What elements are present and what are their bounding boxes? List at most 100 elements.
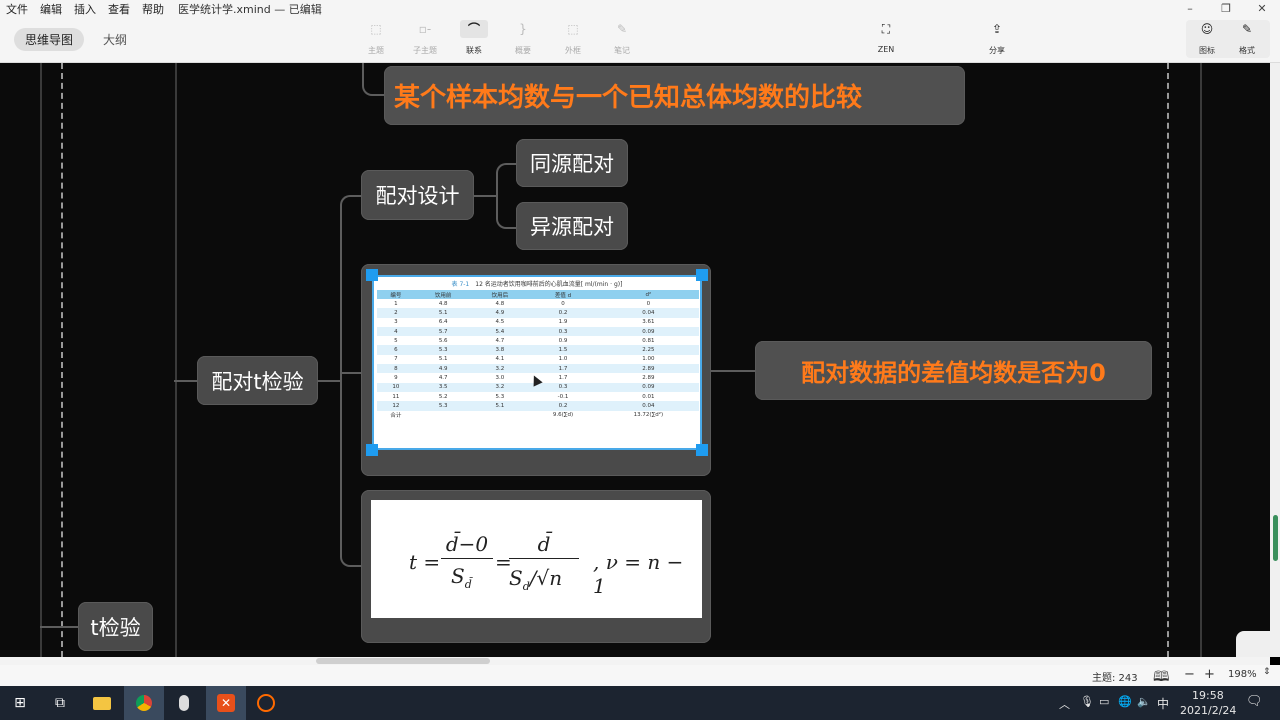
- tray-overflow-icon[interactable]: ︿: [1059, 696, 1070, 712]
- table-caption: 表 7-1 12 名运动者饮用咖啡前后的心肌血流量[ ml/(min · g)]: [374, 277, 700, 290]
- formula-denominator-1-sub: d̄: [464, 578, 472, 591]
- task-view-icon[interactable]: ⧉: [40, 686, 80, 720]
- table-cell: 1: [394, 300, 398, 307]
- app-circle-icon[interactable]: [246, 686, 286, 720]
- menu-bar: 文件 编辑 插入 查看 帮助 医学统计学.xmind — 已编辑: [0, 0, 322, 18]
- file-explorer-icon[interactable]: [82, 686, 122, 720]
- scrollbar-thumb[interactable]: [1273, 515, 1278, 561]
- tab-outline[interactable]: 大纲: [92, 28, 138, 51]
- menu-edit[interactable]: 编辑: [34, 1, 68, 17]
- share-button[interactable]: ⇪ 分享: [979, 20, 1015, 58]
- table-cell: 0.9: [558, 337, 568, 344]
- table-cell: 3.8: [471, 345, 529, 355]
- table-row: 7 5.1 4.1 1.0 1.00: [377, 355, 699, 364]
- topic-button[interactable]: ⬚ 主题: [358, 20, 394, 58]
- zoom-level[interactable]: 198%: [1228, 669, 1257, 680]
- table-cell: 2.89: [597, 364, 699, 374]
- summary-button[interactable]: } 概要: [505, 20, 541, 58]
- t-formula-image: t = d̄−0 Sd̄ = d̄ Sd/√n , ν = n − 1: [371, 500, 702, 618]
- table-cell: 5.2: [438, 393, 448, 400]
- menu-insert[interactable]: 插入: [68, 1, 102, 17]
- zoom-out-button[interactable]: −: [1184, 667, 1195, 682]
- topic-count: 主题: 243: [1092, 673, 1138, 684]
- table-cell: 0: [561, 300, 565, 307]
- topic-t-test[interactable]: t检验: [78, 602, 153, 651]
- partial-topic-offscreen[interactable]: [1236, 631, 1270, 657]
- icons-panel-button[interactable]: ☺ 图标: [1189, 20, 1225, 58]
- table-cell: 0.04: [597, 401, 699, 411]
- volume-icon[interactable]: 🔈: [1137, 695, 1151, 708]
- branch-line: [1200, 63, 1202, 657]
- smiley-icon: ☺: [1200, 22, 1214, 36]
- menu-view[interactable]: 查看: [102, 1, 136, 17]
- recorder-icon[interactable]: [164, 686, 204, 720]
- connector: [318, 380, 340, 382]
- table-cell: 2.89: [642, 375, 655, 382]
- microphone-icon[interactable]: 🎙: [1080, 695, 1094, 708]
- tab-mindmap[interactable]: 思维导图: [14, 28, 85, 51]
- brush-icon: ✎: [1241, 22, 1253, 36]
- mindmap-canvas[interactable]: 某个样本均数与一个已知总体均数的比较 配对设计 同源配对 异源配对 配对t检验 …: [0, 63, 1270, 657]
- ime-indicator[interactable]: 中: [1157, 695, 1169, 712]
- resize-handle-bottom-left[interactable]: [366, 444, 378, 456]
- zoom-in-button[interactable]: +: [1204, 667, 1215, 682]
- zen-label: ZEN: [877, 45, 895, 54]
- windows-taskbar: ⊞ ⧉ ✕ ︿ 🎙 ▭ 🌐 🔈 中 19:58 2021/2/24 🗨: [0, 686, 1280, 720]
- boundary-line-right: [1167, 63, 1169, 657]
- topic-paired-difference-note[interactable]: 配对数据的差值均数是否为0: [755, 341, 1152, 400]
- subtopic-button[interactable]: ▫- 子主题: [407, 20, 443, 58]
- icons-panel-label: 图标: [1199, 46, 1215, 55]
- branch-line: [175, 63, 177, 657]
- format-panel-button[interactable]: ✎ 格式: [1229, 20, 1265, 58]
- boundary-button[interactable]: ⬚ 外框: [555, 20, 591, 58]
- resize-handle-top-left[interactable]: [366, 269, 378, 281]
- horizontal-scrollbar[interactable]: [0, 657, 1270, 665]
- topic-sample-vs-population[interactable]: 某个样本均数与一个已知总体均数的比较: [384, 66, 965, 125]
- app-chrome: 文件 编辑 插入 查看 帮助 医学统计学.xmind — 已编辑 – ❐ ✕ 思…: [0, 0, 1280, 63]
- subtopic-icon: ▫-: [418, 22, 432, 36]
- clock-time[interactable]: 19:58: [1192, 689, 1224, 702]
- connector: [362, 63, 386, 96]
- scrollbar-thumb[interactable]: [316, 658, 490, 664]
- topic-paired-t-test[interactable]: 配对t检验: [197, 356, 318, 405]
- relationship-label: 联系: [466, 46, 482, 55]
- topic-diff-source-pairing[interactable]: 异源配对: [516, 202, 628, 250]
- table-cell: 4.8: [438, 300, 448, 307]
- menu-help[interactable]: 帮助: [136, 1, 170, 17]
- table-row: 6 5.3 3.8 1.5 2.25: [377, 345, 699, 355]
- table-header: 饮用前: [414, 290, 472, 299]
- topic-paired-design[interactable]: 配对设计: [361, 170, 474, 220]
- table-header: 编号: [377, 290, 415, 299]
- zen-button[interactable]: ⛶ ZEN: [868, 20, 904, 58]
- table-header: 饮用后: [471, 290, 529, 299]
- note-button[interactable]: ✎ 笔记: [604, 20, 640, 58]
- table-row: 3 6.4 4.5 1.9 3.61: [377, 318, 699, 327]
- table-cell: 3.5: [414, 382, 472, 392]
- zoom-stepper-icon[interactable]: ⇕: [1263, 667, 1271, 677]
- data-table-image[interactable]: 表 7-1 12 名运动者饮用咖啡前后的心肌血流量[ ml/(min · g)] …: [372, 275, 702, 450]
- resize-handle-top-right[interactable]: [696, 269, 708, 281]
- table-cell: 11: [392, 393, 400, 400]
- vertical-scrollbar[interactable]: [1270, 63, 1280, 657]
- windows-start-icon[interactable]: ⊞: [0, 686, 40, 720]
- network-icon[interactable]: 🌐: [1118, 695, 1132, 708]
- resize-handle-bottom-right[interactable]: [696, 444, 708, 456]
- restore-icon[interactable]: ❐: [1216, 2, 1236, 16]
- topic-same-source-pairing[interactable]: 同源配对: [516, 139, 628, 187]
- table-cell: 0.01: [642, 393, 655, 400]
- relationship-button[interactable]: ⌒ 联系: [456, 20, 492, 58]
- table-cell: 4.7: [495, 337, 505, 344]
- share-icon: ⇪: [991, 22, 1003, 36]
- clock-date[interactable]: 2021/2/24: [1180, 704, 1236, 717]
- table-cell: 12: [377, 401, 415, 411]
- battery-icon[interactable]: ▭: [1099, 695, 1109, 708]
- table-cell: 1.9: [558, 319, 568, 326]
- close-icon[interactable]: ✕: [1252, 2, 1272, 16]
- menu-file[interactable]: 文件: [0, 1, 34, 17]
- notification-icon[interactable]: 🗨: [1246, 694, 1263, 709]
- xmind-icon[interactable]: ✕: [206, 686, 246, 720]
- boundary-label: 外框: [565, 46, 581, 55]
- chrome-icon[interactable]: [124, 686, 164, 720]
- minimize-icon[interactable]: –: [1180, 2, 1200, 16]
- table-cell: 3.0: [495, 375, 505, 382]
